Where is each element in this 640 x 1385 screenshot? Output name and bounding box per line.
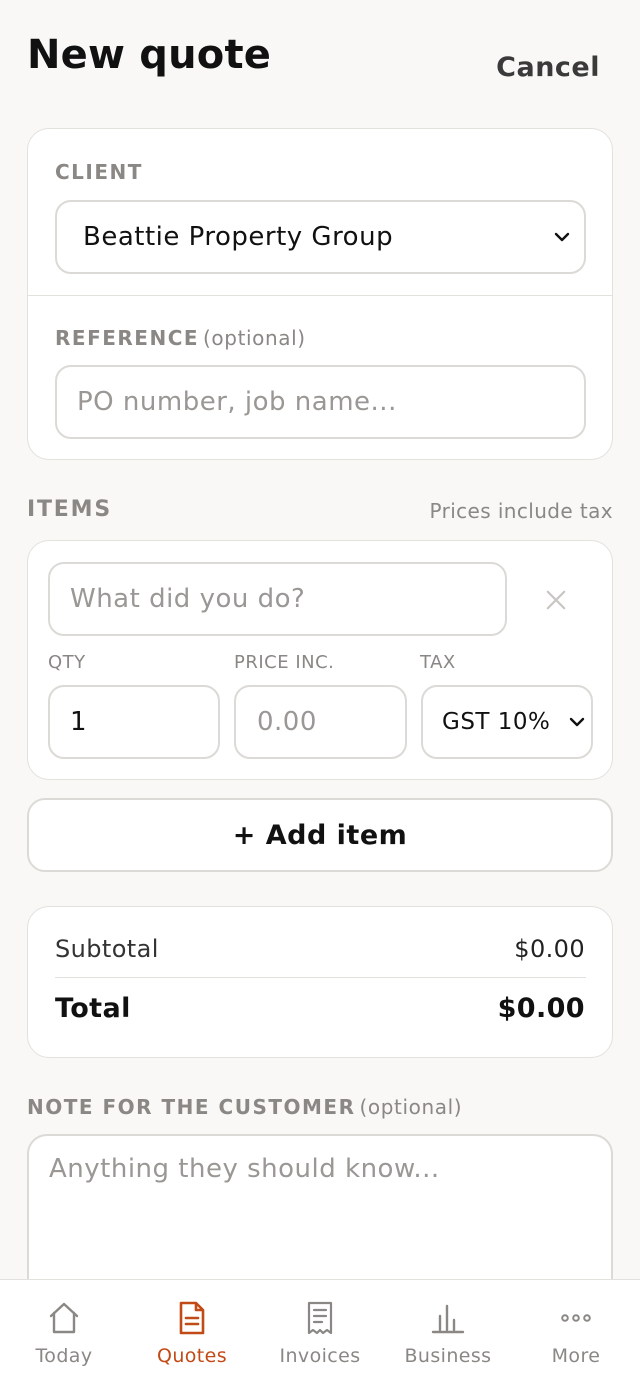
tab-business[interactable]: Business bbox=[384, 1280, 512, 1385]
prices-include-tax-note: Prices include tax bbox=[429, 499, 613, 523]
tab-invoices[interactable]: Invoices bbox=[256, 1280, 384, 1385]
tab-more[interactable]: More bbox=[512, 1280, 640, 1385]
reference-input[interactable]: PO number, job name... bbox=[55, 365, 586, 439]
more-dots-icon bbox=[561, 1314, 591, 1322]
note-optional: (optional) bbox=[359, 1095, 463, 1119]
subtotal-value: $0.00 bbox=[514, 935, 585, 963]
reference-optional: (optional) bbox=[203, 326, 306, 350]
price-input[interactable]: 0.00 bbox=[234, 685, 407, 759]
client-card: CLIENT Beattie Property Group REFERENCE(… bbox=[27, 128, 613, 460]
cancel-button[interactable]: Cancel bbox=[496, 52, 600, 83]
chevron-down-icon bbox=[554, 232, 570, 242]
reference-label-text: REFERENCE bbox=[55, 326, 200, 350]
client-select[interactable]: Beattie Property Group bbox=[55, 200, 586, 274]
item-card: What did you do? QTY PRICE INC. TAX 1 0.… bbox=[27, 540, 613, 780]
reference-label: REFERENCE (optional) bbox=[55, 326, 306, 350]
chevron-down-icon bbox=[569, 717, 585, 727]
item-description-input[interactable]: What did you do? bbox=[48, 562, 507, 636]
qty-value: 1 bbox=[70, 707, 88, 737]
totals-card: Subtotal $0.00 Total $0.00 bbox=[27, 906, 613, 1058]
client-label: CLIENT bbox=[55, 160, 143, 184]
bottom-tab-bar: Today Quotes Invoices Business More bbox=[0, 1279, 640, 1385]
tab-more-label: More bbox=[551, 1345, 601, 1367]
price-label: PRICE INC. bbox=[234, 652, 335, 673]
document-icon bbox=[179, 1301, 205, 1335]
page-title: New quote bbox=[27, 32, 272, 78]
divider bbox=[28, 295, 612, 296]
total-value: $0.00 bbox=[497, 993, 585, 1024]
tax-select[interactable]: GST 10% bbox=[421, 685, 593, 759]
note-label: NOTE FOR THE CUSTOMER (optional) bbox=[27, 1095, 462, 1119]
tab-quotes[interactable]: Quotes bbox=[128, 1280, 256, 1385]
header: New quote Cancel bbox=[0, 0, 640, 110]
client-selected-value: Beattie Property Group bbox=[83, 222, 394, 252]
add-item-button[interactable]: + Add item bbox=[27, 798, 613, 872]
tab-invoices-label: Invoices bbox=[279, 1345, 361, 1367]
tax-value: GST 10% bbox=[442, 709, 551, 735]
house-icon bbox=[49, 1302, 79, 1334]
tax-label: TAX bbox=[420, 652, 456, 673]
note-label-text: NOTE FOR THE CUSTOMER bbox=[27, 1095, 356, 1119]
receipt-icon bbox=[307, 1301, 333, 1335]
qty-label: QTY bbox=[48, 652, 86, 673]
totals-divider bbox=[55, 977, 586, 978]
subtotal-label: Subtotal bbox=[55, 935, 159, 963]
tab-quotes-label: Quotes bbox=[156, 1345, 228, 1367]
tab-today[interactable]: Today bbox=[0, 1280, 128, 1385]
remove-item-icon[interactable] bbox=[545, 589, 567, 611]
item-description-placeholder: What did you do? bbox=[70, 584, 306, 614]
qty-input[interactable]: 1 bbox=[48, 685, 220, 759]
tab-business-label: Business bbox=[404, 1345, 492, 1367]
items-label: ITEMS bbox=[27, 497, 112, 522]
note-placeholder: Anything they should know... bbox=[49, 1154, 440, 1184]
reference-placeholder: PO number, job name... bbox=[77, 387, 397, 417]
tab-today-label: Today bbox=[35, 1345, 93, 1367]
bar-chart-icon bbox=[431, 1304, 465, 1334]
price-placeholder: 0.00 bbox=[257, 707, 317, 737]
total-label: Total bbox=[55, 993, 131, 1024]
